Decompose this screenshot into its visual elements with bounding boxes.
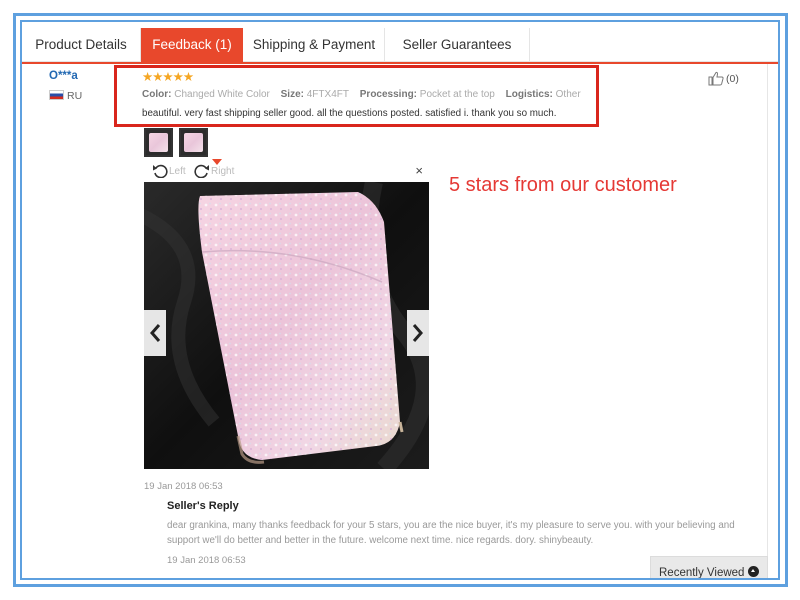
attr-value: 4FTX4FT (306, 89, 349, 100)
review-text: beautiful. very fast shipping seller goo… (142, 108, 557, 119)
viewer-toolbar: Left Right × (144, 163, 429, 182)
tab-bar: Product Details Feedback (1) Shipping & … (22, 28, 778, 64)
review-date: 19 Jan 2018 06:53 (144, 481, 223, 492)
attr-key: Processing: (359, 89, 418, 100)
rotate-left-button[interactable]: Left (152, 164, 186, 178)
seller-reply-date: 19 Jan 2018 06:53 (167, 555, 246, 566)
attr-value: Pocket at the top (419, 89, 495, 100)
sequin-notebook-image (144, 182, 429, 469)
seller-reply-text: dear grankina, many thanks feedback for … (167, 520, 735, 546)
recently-viewed-button[interactable]: Recently Viewed (650, 556, 768, 579)
close-viewer-button[interactable]: × (415, 163, 423, 178)
reviewer-country: RU (49, 90, 82, 102)
next-photo-button[interactable] (407, 310, 429, 356)
rotate-left-label: Left (169, 165, 186, 177)
tab-shipping-payment[interactable]: Shipping & Payment (244, 28, 384, 62)
recently-viewed-label: Recently Viewed (659, 567, 745, 579)
feedback-panel: Product Details Feedback (1) Shipping & … (20, 20, 780, 580)
review-photo (144, 182, 429, 469)
previous-photo-button[interactable] (144, 310, 166, 356)
reviewer-name[interactable]: O***a (49, 70, 78, 82)
attr-key: Size: (280, 89, 304, 100)
attr-key: Color: (142, 89, 172, 100)
country-code: RU (67, 90, 83, 102)
rotate-right-button[interactable]: Right (194, 164, 234, 178)
order-attributes: Color: Changed White Color Size: 4FTX4FT… (142, 89, 581, 100)
thumbs-up-icon (708, 71, 724, 86)
rotate-right-label: Right (211, 165, 235, 177)
annotation-caption: 5 stars from our customer (449, 174, 677, 196)
rotate-right-icon (194, 164, 209, 178)
tab-product-details[interactable]: Product Details (22, 28, 140, 62)
chevron-right-icon (412, 324, 423, 342)
chevron-left-icon (150, 324, 161, 342)
attr-key: Logistics: (505, 89, 553, 100)
star-rating: ★★★★★ (142, 70, 194, 84)
photo-thumbnail[interactable] (144, 128, 173, 157)
helpful-button[interactable]: (0) (708, 71, 739, 86)
flag-icon (49, 90, 64, 100)
chevron-up-icon (748, 566, 760, 577)
photo-thumbnail-selected[interactable] (179, 128, 208, 157)
divider (767, 64, 768, 578)
tab-seller-guarantees[interactable]: Seller Guarantees (385, 28, 529, 62)
seller-reply-title: Seller's Reply (167, 500, 239, 512)
tab-feedback[interactable]: Feedback (1) (141, 28, 243, 62)
attr-value: Changed White Color (174, 89, 270, 100)
rotate-left-icon (153, 164, 168, 178)
helpful-count: (0) (726, 73, 739, 85)
attr-value: Other (555, 89, 581, 100)
